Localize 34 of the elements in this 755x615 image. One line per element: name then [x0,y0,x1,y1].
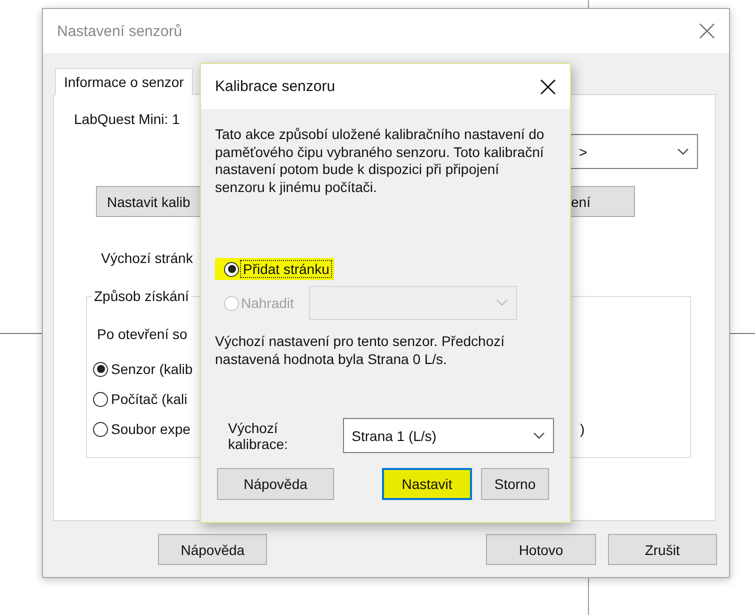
radio-label: Senzor (kalib [111,361,193,377]
chevron-icon [533,432,545,440]
set-button[interactable]: Nastavit [382,468,472,500]
cancel-button[interactable]: Storno [481,468,549,500]
chevron-icon [496,299,508,307]
calibrate-button[interactable]: Nastavit kalib [96,186,200,217]
tab[interactable]: Informace o senzor [55,68,193,95]
group-title: Způsob získání [92,288,191,305]
radio-button[interactable] [93,422,108,436]
radio-button[interactable] [224,262,239,276]
done-button[interactable]: Hotovo [486,534,596,565]
group-prompt: Po otevření so [96,326,188,342]
note-text: Výchozí nastavení pro tento senzor. Předchozí nastavená hodnota byla Strana 0 L/s. [215,333,506,368]
default-page-label: Výchozí stránk [101,250,194,266]
field-label: Výchozí kalibrace: [227,420,289,452]
window-title: Nastavení senzorů [57,22,182,40]
radio-button[interactable] [93,362,108,376]
description-text: Tato akce způsobí uložené kalibračního nastavení do paměťového čipu vybraného senzoru. Toto kalibrační nastavení potom bude k dispozici při připojení senzoru k jinému počítači. [215,126,546,196]
settings-button[interactable]: ení [571,186,635,217]
help-button[interactable]: Nápověda [217,468,334,500]
chevron-icon [677,148,689,156]
close-icon[interactable] [540,78,556,94]
radio-label: Soubor expe [111,421,190,437]
radio-label: Přidat stránku [241,261,332,277]
radio-label: Nahradit [241,295,294,311]
dialog-title: Kalibrace senzoru [215,78,336,95]
dropdown[interactable]: > [571,134,698,169]
device-label: LabQuest Mini: 1 [73,111,181,127]
calibration-dropdown[interactable]: Strana 1 (L/s) [342,418,554,453]
option-text: ) [579,421,586,437]
radio-button[interactable] [93,392,108,406]
radio-label: Počítač (kali [111,391,188,407]
help-button[interactable]: Nápověda [158,534,268,565]
cancel-button[interactable]: Zrušit [608,534,717,565]
